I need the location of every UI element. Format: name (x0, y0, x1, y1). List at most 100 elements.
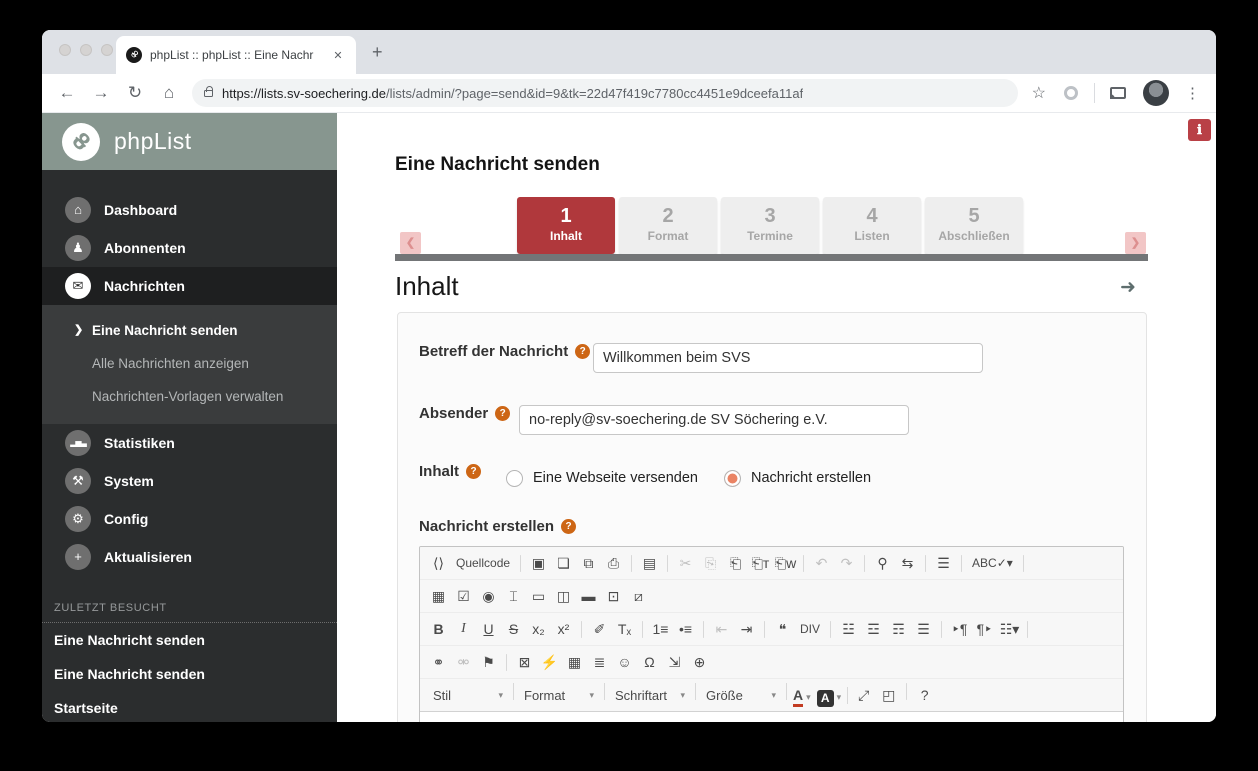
bidi-rtl-icon[interactable]: ¶‣ (973, 617, 996, 641)
spellcheck-icon[interactable]: ABC✓▾ (968, 551, 1017, 575)
div-container-icon[interactable]: DIV (796, 617, 824, 641)
cut-icon[interactable]: ✂ (674, 551, 697, 575)
wizard-step[interactable]: 1 Inhalt (517, 197, 615, 254)
remove-format-icon[interactable]: Tₓ (613, 617, 636, 641)
copy-icon[interactable]: ⎘ (699, 551, 722, 575)
background-color-icon[interactable]: A ▾ (817, 683, 842, 707)
unlink-icon[interactable]: ⚮ (452, 650, 475, 674)
replace-icon[interactable]: ⇆ (896, 551, 919, 575)
wizard-step[interactable]: 3 Termine (721, 197, 819, 254)
print-icon[interactable]: ⎙ (602, 551, 625, 575)
Nachrichten-Vorlagen verwalten[interactable]: Nachrichten-Vorlagen verwalten (42, 380, 337, 413)
compose-help-icon[interactable]: ? (561, 519, 576, 534)
radio-button-icon[interactable]: ◉ (477, 584, 500, 608)
decrease-indent-icon[interactable]: ⇤ (710, 617, 733, 641)
templates-icon[interactable]: ▤ (638, 551, 661, 575)
browser-menu-icon[interactable]: ⋮ (1185, 84, 1200, 102)
size-combo[interactable]: Größe ▾ (699, 683, 783, 707)
font-combo[interactable]: Schriftart ▾ (608, 683, 692, 707)
italic-icon[interactable]: I (452, 617, 475, 641)
iframe-icon[interactable]: ⊕ (688, 650, 711, 674)
steps-next-icon[interactable]: ❯ (1125, 232, 1146, 254)
zoom-window-button[interactable] (101, 44, 113, 56)
Alle Nachrichten anzeigen[interactable]: Alle Nachrichten anzeigen (42, 347, 337, 380)
profile-avatar[interactable] (1143, 80, 1169, 106)
link-icon[interactable]: ⚭ (427, 650, 450, 674)
bidi-ltr-icon[interactable]: ‣¶ (948, 617, 971, 641)
Dashboard[interactable]: ⌂ Dashboard (42, 191, 337, 229)
steps-prev-icon[interactable]: ❮ (400, 232, 421, 254)
Eine Nachricht senden[interactable]: ❯Eine Nachricht senden (42, 314, 337, 347)
Nachrichten[interactable]: ✉ Nachrichten (42, 267, 337, 305)
button-icon[interactable]: ▬ (577, 584, 600, 608)
Abonnenten[interactable]: ♟ Abonnenten (42, 229, 337, 267)
about-icon[interactable]: ? (913, 683, 936, 707)
Statistiken[interactable]: ▂▅▃ Statistiken (42, 424, 337, 462)
source-icon[interactable]: ⟨⟩ (427, 551, 450, 575)
language-icon[interactable]: ☷▾ (998, 617, 1021, 641)
back-icon[interactable]: ← (53, 79, 81, 107)
superscript-icon[interactable]: x² (552, 617, 575, 641)
underline-icon[interactable]: U (477, 617, 500, 641)
recent-link[interactable]: Startseite (42, 691, 337, 722)
save-icon[interactable]: ▣ (527, 551, 550, 575)
source-label[interactable]: Quellcode (452, 551, 514, 575)
compose-message-radio[interactable] (724, 470, 741, 487)
image-icon[interactable]: ⊠ (513, 650, 536, 674)
hidden-field-icon[interactable]: ⧄ (627, 584, 650, 608)
copy-formatting-icon[interactable]: ✐ (588, 617, 611, 641)
subject-help-icon[interactable]: ? (575, 344, 590, 359)
text-field-icon[interactable]: ⌶ (502, 584, 525, 608)
minimize-window-button[interactable] (80, 44, 92, 56)
new-page-icon[interactable]: ❏ (552, 551, 575, 575)
format-combo[interactable]: Format ▾ (517, 683, 601, 707)
textarea-icon[interactable]: ▭ (527, 584, 550, 608)
redo-icon[interactable]: ↷ (835, 551, 858, 575)
next-step-arrow-icon[interactable]: ➜ (1120, 276, 1136, 299)
recent-link[interactable]: Eine Nachricht senden (42, 657, 337, 691)
bold-icon[interactable]: B (427, 617, 450, 641)
horizontal-rule-icon[interactable]: ≣ (588, 650, 611, 674)
recent-link[interactable]: Eine Nachricht senden (42, 623, 337, 657)
traffic-lights[interactable] (59, 44, 113, 56)
tab-close-icon[interactable]: ✕ (330, 49, 346, 62)
browser-tab[interactable]: 8 phpList :: phpList :: Eine Nachr ✕ (116, 36, 356, 74)
cast-icon[interactable] (1110, 87, 1126, 99)
strikethrough-icon[interactable]: S (502, 617, 525, 641)
find-icon[interactable]: ⚲ (871, 551, 894, 575)
subscript-icon[interactable]: x₂ (527, 617, 550, 641)
subject-input[interactable] (593, 343, 983, 373)
paste-as-text-icon[interactable]: ⎗ᴛ (749, 551, 772, 575)
special-char-icon[interactable]: Ω (638, 650, 661, 674)
checkbox-icon[interactable]: ☑ (452, 584, 475, 608)
blockquote-icon[interactable]: ❝ (771, 617, 794, 641)
close-window-button[interactable] (59, 44, 71, 56)
image-button-icon[interactable]: ⊡ (602, 584, 625, 608)
url-bar[interactable]: https://lists.sv-soechering.de/lists/adm… (192, 79, 1018, 107)
table-icon[interactable]: ▦ (563, 650, 586, 674)
increase-indent-icon[interactable]: ⇥ (735, 617, 758, 641)
numbered-list-icon[interactable]: 1≡ (649, 617, 672, 641)
maximize-icon[interactable]: ⤢ (852, 683, 875, 707)
show-blocks-icon[interactable]: ◰ (877, 683, 900, 707)
wizard-step[interactable]: 2 Format (619, 197, 717, 254)
new-tab-button[interactable]: + (372, 43, 383, 61)
page-break-icon[interactable]: ⇲ (663, 650, 686, 674)
send-webpage-radio[interactable] (506, 470, 523, 487)
info-button[interactable]: ℹ (1188, 119, 1211, 141)
bulleted-list-icon[interactable]: •≡ (674, 617, 697, 641)
text-color-icon[interactable]: A ▾ (793, 683, 811, 707)
extension-icon[interactable] (1064, 86, 1078, 100)
Config[interactable]: ⚙ Config (42, 500, 337, 538)
flash-icon[interactable]: ⚡ (538, 650, 561, 674)
align-left-icon[interactable]: ☳ (837, 617, 860, 641)
anchor-icon[interactable]: ⚑ (477, 650, 500, 674)
forward-icon[interactable]: → (87, 79, 115, 107)
paste-from-word-icon[interactable]: ⎗ᴡ (774, 551, 797, 575)
select-all-icon[interactable]: ☰ (932, 551, 955, 575)
wizard-step[interactable]: 4 Listen (823, 197, 921, 254)
style-combo[interactable]: Stil ▾ (426, 683, 510, 707)
preview-icon[interactable]: ⧉ (577, 551, 600, 575)
align-right-icon[interactable]: ☶ (887, 617, 910, 641)
select-field-icon[interactable]: ◫ (552, 584, 575, 608)
